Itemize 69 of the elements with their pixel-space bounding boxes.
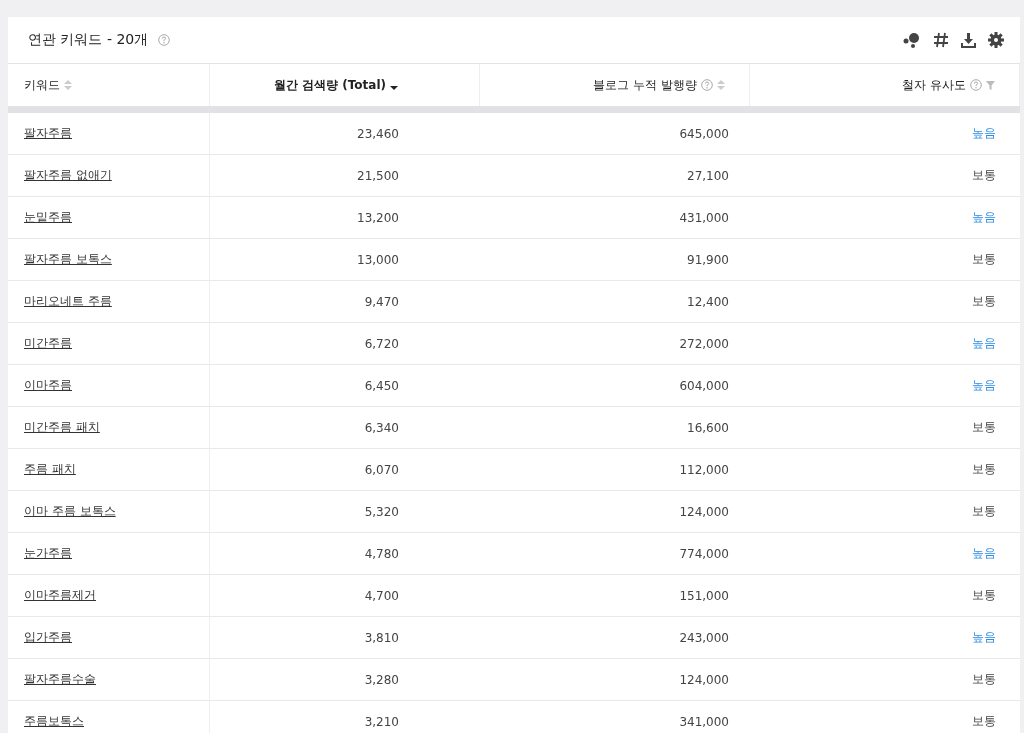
similarity-label: 높음 bbox=[972, 377, 996, 394]
table-cell: 12,400 bbox=[480, 281, 750, 323]
download-icon[interactable] bbox=[961, 32, 976, 48]
table-cell: 6,070 bbox=[210, 449, 480, 491]
table-cell: 4,700 bbox=[210, 575, 480, 617]
similarity-label: 높음 bbox=[972, 545, 996, 562]
table-cell: 604,000 bbox=[480, 365, 750, 407]
table-cell: 13,000 bbox=[210, 239, 480, 281]
panel-title: 연관 키워드 - 20개 bbox=[28, 31, 149, 49]
keyword-link[interactable]: 입가주름 bbox=[24, 629, 72, 646]
similarity-label: 높음 bbox=[972, 629, 996, 646]
bubble-chart-icon[interactable] bbox=[903, 32, 921, 48]
keyword-link[interactable]: 팔자주름 보톡스 bbox=[24, 251, 112, 268]
table-cell: 243,000 bbox=[480, 617, 750, 659]
table-cell: 431,000 bbox=[480, 197, 750, 239]
table-cell: 21,500 bbox=[210, 155, 480, 197]
hashtag-icon[interactable] bbox=[933, 32, 949, 48]
table-cell: 16,600 bbox=[480, 407, 750, 449]
table-cell: 272,000 bbox=[480, 323, 750, 365]
similarity-label: 보통 bbox=[972, 167, 996, 184]
keyword-link[interactable]: 이마 주름 보톡스 bbox=[24, 503, 116, 520]
settings-icon[interactable] bbox=[988, 32, 1004, 48]
keyword-link[interactable]: 마리오네트 주름 bbox=[24, 293, 112, 310]
table-cell: 9,470 bbox=[210, 281, 480, 323]
table-cell: 13,200 bbox=[210, 197, 480, 239]
table-cell: 341,000 bbox=[480, 701, 750, 733]
keyword-link[interactable]: 이마주름 bbox=[24, 377, 72, 394]
keyword-link[interactable]: 주름 패치 bbox=[24, 461, 76, 478]
similarity-label: 보통 bbox=[972, 419, 996, 436]
table-cell: 124,000 bbox=[480, 659, 750, 701]
table-cell: 3,280 bbox=[210, 659, 480, 701]
table-cell: 91,900 bbox=[480, 239, 750, 281]
keyword-link[interactable]: 눈밑주름 bbox=[24, 209, 72, 226]
table-cell: 23,460 bbox=[210, 113, 480, 155]
help-icon[interactable] bbox=[158, 34, 171, 46]
keyword-link[interactable]: 주름보톡스 bbox=[24, 713, 84, 730]
table-cell: 3,210 bbox=[210, 701, 480, 733]
keyword-link[interactable]: 미간주름 패치 bbox=[24, 419, 100, 436]
table-cell: 6,340 bbox=[210, 407, 480, 449]
similarity-label: 보통 bbox=[972, 503, 996, 520]
keyword-link[interactable]: 눈가주름 bbox=[24, 545, 72, 562]
table-cell: 645,000 bbox=[480, 113, 750, 155]
keyword-link[interactable]: 팔자주름수술 bbox=[24, 671, 96, 688]
keyword-link[interactable]: 이마주름제거 bbox=[24, 587, 96, 604]
similarity-label: 보통 bbox=[972, 587, 996, 604]
similarity-label: 높음 bbox=[972, 209, 996, 226]
table-cell: 774,000 bbox=[480, 533, 750, 575]
similarity-label: 보통 bbox=[972, 461, 996, 478]
similarity-label: 높음 bbox=[972, 125, 996, 142]
keyword-link[interactable]: 팔자주름 없애기 bbox=[24, 167, 112, 184]
table-cell: 124,000 bbox=[480, 491, 750, 533]
table-cell: 3,810 bbox=[210, 617, 480, 659]
filter-icon[interactable] bbox=[986, 80, 995, 90]
table-cell: 5,320 bbox=[210, 491, 480, 533]
keyword-link[interactable]: 팔자주름 bbox=[24, 125, 72, 142]
similarity-label: 보통 bbox=[972, 251, 996, 268]
table-cell: 112,000 bbox=[480, 449, 750, 491]
similarity-label: 보통 bbox=[972, 713, 996, 730]
similarity-label: 보통 bbox=[972, 293, 996, 310]
help-icon[interactable] bbox=[970, 79, 982, 91]
table-cell: 151,000 bbox=[480, 575, 750, 617]
keyword-link[interactable]: 미간주름 bbox=[24, 335, 72, 352]
table-cell: 27,100 bbox=[480, 155, 750, 197]
help-icon[interactable] bbox=[701, 79, 713, 91]
similarity-label: 높음 bbox=[972, 335, 996, 352]
table-cell: 4,780 bbox=[210, 533, 480, 575]
similarity-label: 보통 bbox=[972, 671, 996, 688]
table-cell: 6,720 bbox=[210, 323, 480, 365]
table-cell: 6,450 bbox=[210, 365, 480, 407]
